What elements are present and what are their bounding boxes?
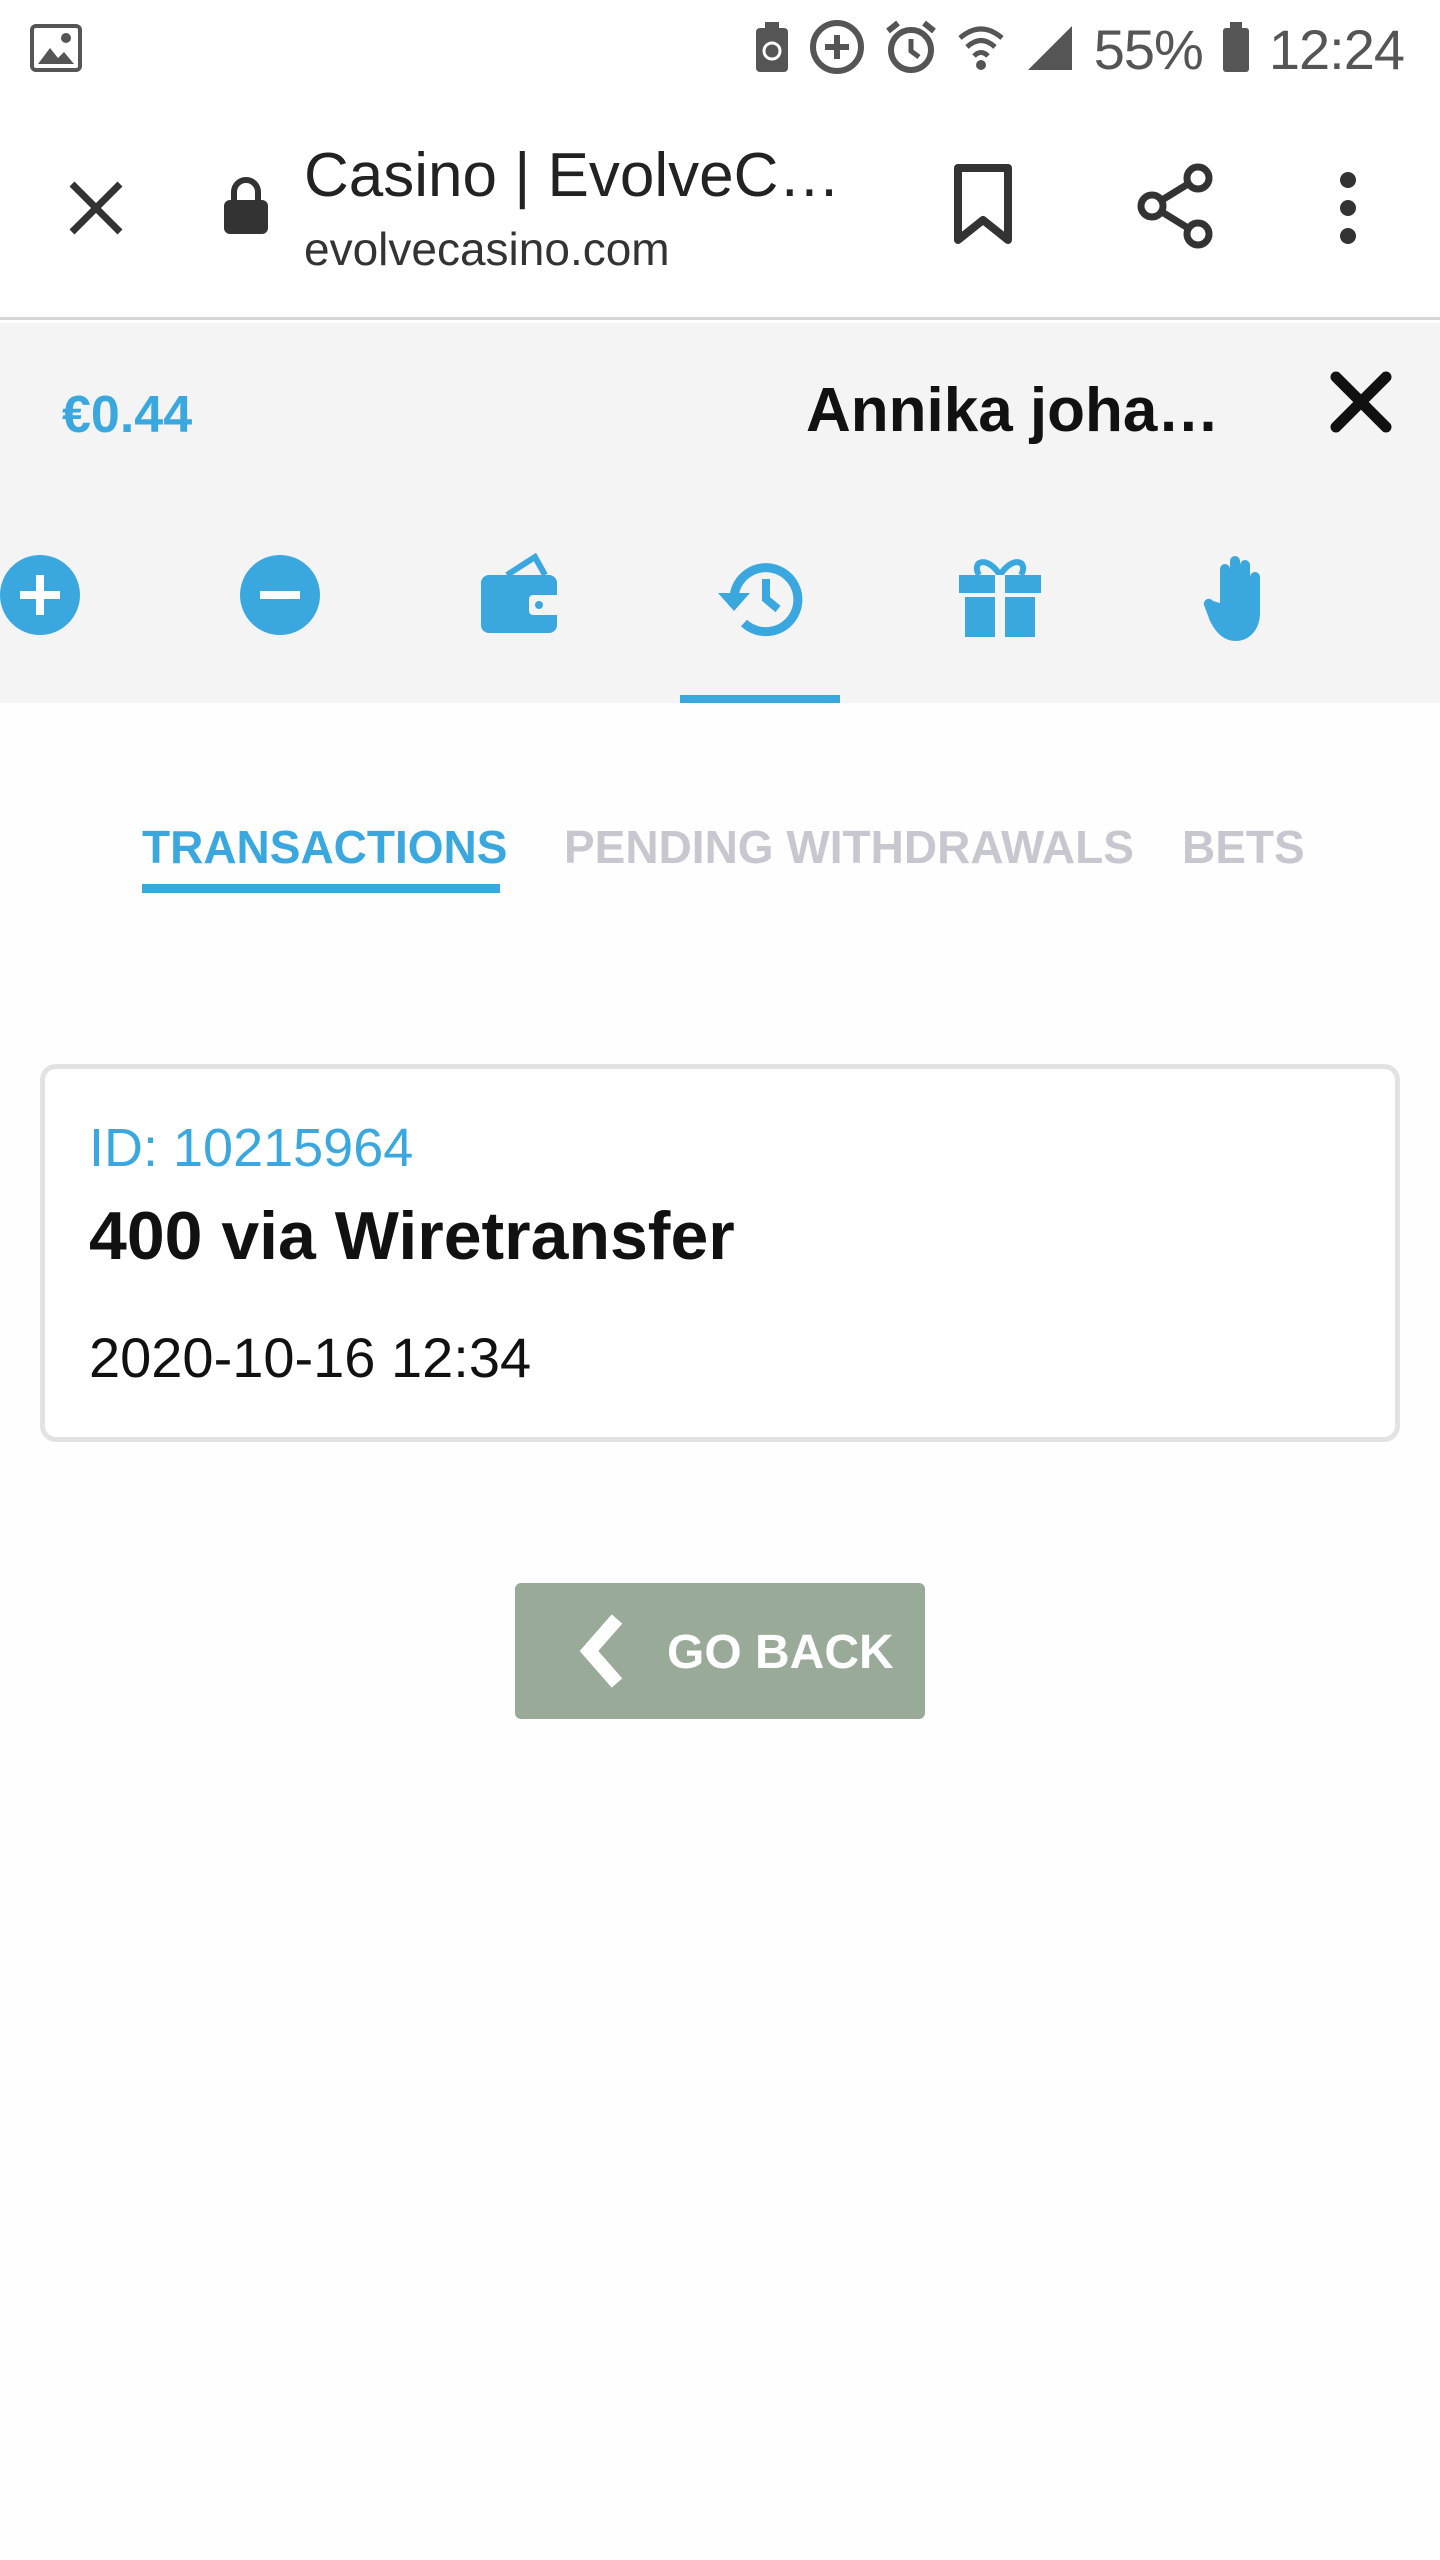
account-nav [0, 553, 1440, 703]
balance: €0.44 [62, 386, 193, 444]
transaction-datetime: 2020-10-16 12:34 [89, 1326, 532, 1389]
battery-percent: 55% [1093, 17, 1204, 81]
close-icon[interactable] [56, 168, 136, 248]
signal-icon [1024, 20, 1076, 79]
history-icon[interactable] [700, 553, 820, 673]
page: 55% 12:24 Casino | EvolveCa… evolvecasin… [0, 0, 1440, 2560]
transaction-card: ID: 10215964 400 via Wiretransfer 2020-1… [40, 1064, 1400, 1442]
tab-pending-withdrawals[interactable]: PENDING WITHDRAWALS [564, 820, 1134, 874]
wifi-icon [956, 20, 1006, 79]
wallet-icon[interactable] [460, 553, 580, 673]
tab-bets[interactable]: BETS [1182, 820, 1305, 874]
bookmark-icon[interactable] [948, 162, 1018, 253]
gallery-icon [30, 24, 82, 77]
status-bar: 55% 12:24 [0, 0, 1440, 96]
gift-icon[interactable] [940, 553, 1060, 673]
battery-icon [1221, 20, 1251, 79]
lock-icon [222, 176, 270, 241]
withdraw-icon[interactable] [220, 553, 340, 673]
chevron-left-icon [577, 1611, 627, 1696]
history-tabs: TRANSACTIONS PENDING WITHDRAWALS BETS [0, 780, 1440, 900]
browser-toolbar: Casino | EvolveCa… evolvecasino.com [0, 96, 1440, 320]
data-saver-icon [808, 18, 866, 81]
go-back-button[interactable]: GO BACK [515, 1583, 925, 1719]
url-text[interactable]: evolvecasino.com [304, 222, 670, 276]
battery-saver-icon [754, 20, 790, 79]
hand-icon[interactable] [1180, 553, 1300, 673]
page-title[interactable]: Casino | EvolveCa… [304, 140, 864, 211]
deposit-icon[interactable] [0, 553, 100, 673]
transaction-id: ID: 10215964 [89, 1118, 414, 1178]
account-header: €0.44 Annika johan… [0, 323, 1440, 703]
active-nav-indicator [680, 695, 840, 703]
clock: 12:24 [1268, 17, 1405, 81]
transaction-description: 400 via Wiretransfer [89, 1198, 735, 1274]
share-icon[interactable] [1134, 162, 1218, 255]
tab-underline [142, 884, 500, 893]
username[interactable]: Annika johan… [806, 375, 1226, 446]
alarm-icon [884, 19, 938, 80]
more-vert-icon[interactable] [1320, 168, 1376, 253]
close-account-panel-icon[interactable] [1330, 371, 1392, 438]
tab-transactions[interactable]: TRANSACTIONS [142, 820, 507, 874]
go-back-label: GO BACK [667, 1626, 894, 1679]
